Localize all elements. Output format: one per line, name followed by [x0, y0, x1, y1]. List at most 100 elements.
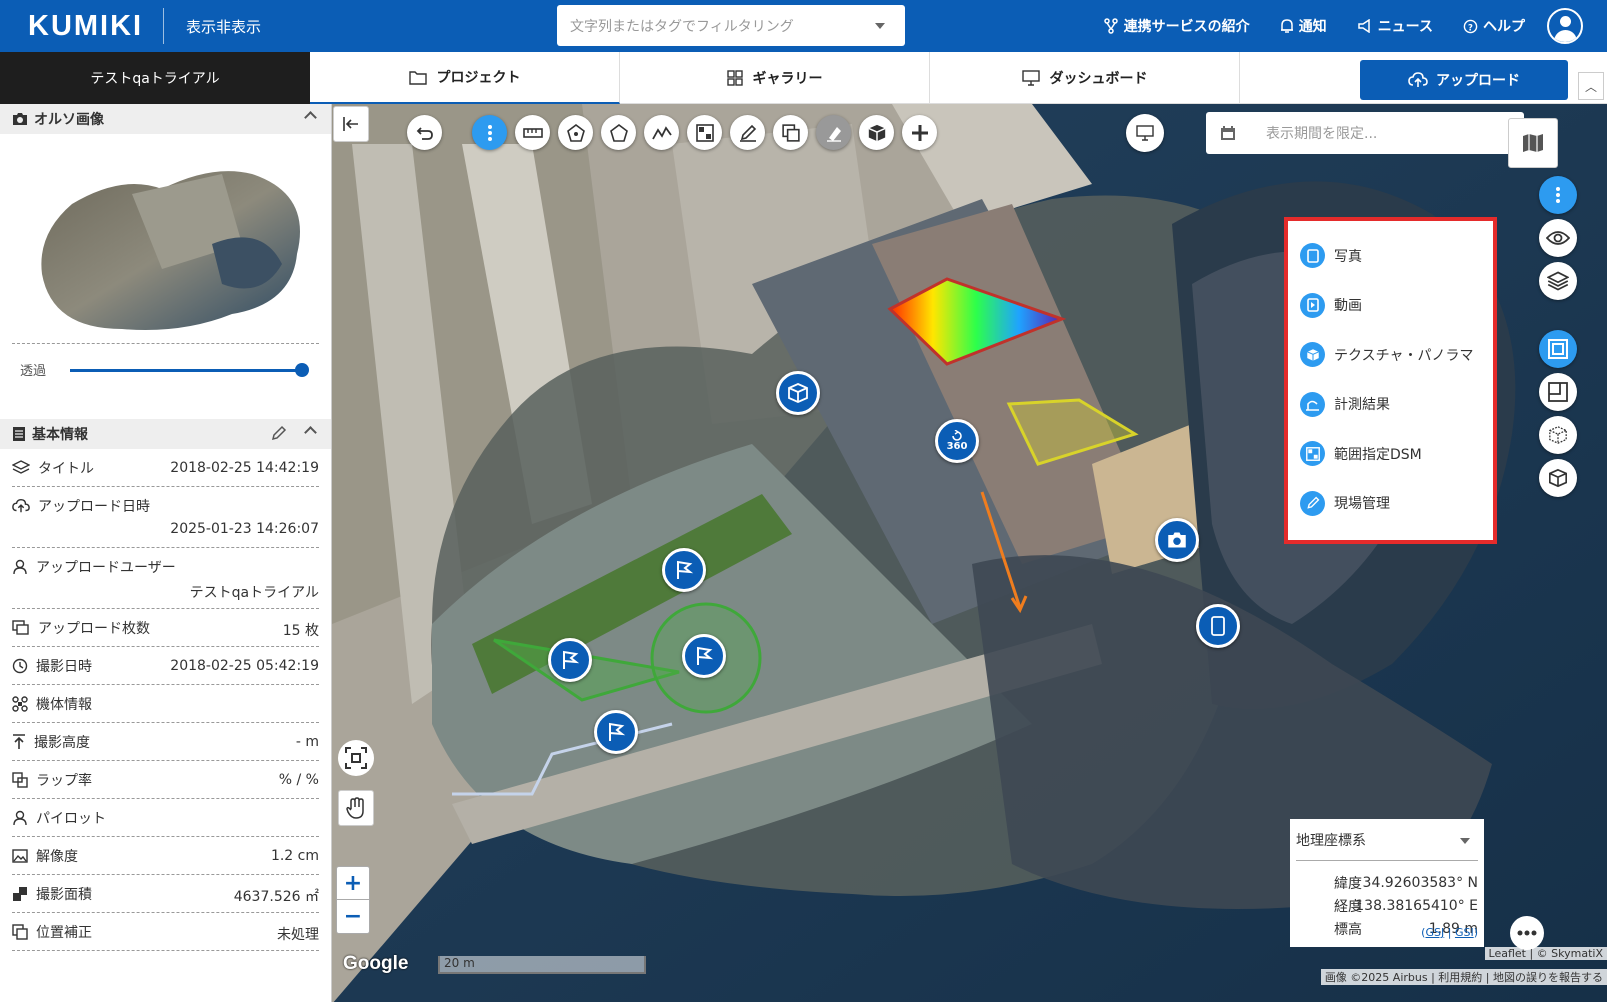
tab-gallery[interactable]: ギャラリー	[620, 52, 930, 104]
menu-item-photo[interactable]: 写真	[1288, 231, 1493, 281]
ortho-section-header[interactable]: オルソ画像	[0, 104, 331, 134]
flag-marker[interactable]	[662, 548, 706, 592]
menu-item-texture-panorama[interactable]: テクスチャ・パノラマ	[1288, 330, 1493, 380]
nav-news[interactable]: ニュース	[1357, 16, 1433, 36]
edit-icon[interactable]	[271, 425, 287, 441]
flag-marker[interactable]	[682, 634, 726, 678]
polygon-dot-icon	[566, 123, 585, 142]
tablet-icon	[1300, 243, 1325, 269]
dsm-tool-button[interactable]	[687, 115, 722, 150]
nav-help[interactable]: ? ヘルプ	[1463, 16, 1525, 36]
bell-icon	[1280, 19, 1293, 33]
info-row-aircraft: 機体情報	[12, 685, 319, 723]
tab-project[interactable]: プロジェクト	[310, 52, 620, 104]
attribution-leaflet[interactable]: Leaflet | © SkymatiX	[1484, 947, 1607, 960]
copy-icon	[781, 123, 800, 142]
upload-button[interactable]: アップロード	[1360, 60, 1568, 100]
dsm-layer-button[interactable]	[1539, 373, 1577, 411]
polygon-area-tool-button[interactable]	[558, 115, 593, 150]
menu-item-range-dsm[interactable]: 範囲指定DSM	[1288, 429, 1493, 479]
cube-icon	[868, 124, 885, 141]
texture-marker[interactable]	[776, 371, 820, 415]
tab-label: ダッシュボード	[1049, 71, 1148, 87]
calendar-icon	[1221, 126, 1235, 140]
cloud-upload-icon	[1408, 72, 1428, 87]
chevron-up-icon[interactable]	[304, 426, 317, 439]
add-button[interactable]	[902, 115, 937, 150]
basemap-button[interactable]	[1508, 118, 1558, 168]
help-icon: ?	[1463, 19, 1478, 33]
collapse-sidebar-button[interactable]	[333, 106, 369, 142]
ruler-tool-button[interactable]	[515, 115, 550, 150]
info-row-overlap: ラップ率 % / %	[12, 761, 319, 799]
layers-button[interactable]	[1539, 262, 1577, 300]
menu-item-video[interactable]: 動画	[1288, 281, 1493, 331]
panorama-360-marker[interactable]: 360	[935, 419, 979, 463]
user-avatar[interactable]	[1547, 8, 1583, 44]
pan-tool-button[interactable]	[338, 790, 374, 826]
menu-item-site-management[interactable]: 現場管理	[1288, 479, 1493, 529]
copy-icon	[12, 923, 28, 940]
video-marker[interactable]	[1196, 604, 1240, 648]
share-icon	[1103, 18, 1118, 34]
edit-icon	[1300, 490, 1325, 516]
filter-search-input[interactable]: 文字列またはタグでフィルタリング	[557, 5, 905, 46]
latitude-row: 緯度 34.92603583° N	[1290, 871, 1484, 894]
nav-label: 通知	[1298, 19, 1327, 35]
info-value: 1.2 cm	[270, 848, 319, 864]
gsj-link[interactable]: GSJ	[1425, 926, 1444, 939]
more-vertical-button[interactable]	[472, 115, 507, 150]
layer-menu-button[interactable]	[1539, 176, 1577, 214]
visibility-button[interactable]	[1539, 219, 1577, 257]
attribution-google[interactable]: 画像 ©2025 Airbus | 利用規約 | 地図の誤りを報告する	[1320, 969, 1607, 985]
info-row-pilot: パイロット	[12, 799, 319, 837]
chevron-up-icon[interactable]	[304, 111, 317, 124]
coordinate-system-select[interactable]: 地理座標系	[1296, 819, 1478, 861]
info-value: - m	[295, 734, 319, 750]
latitude-value: 34.92603583° N	[1362, 874, 1478, 891]
draw-tool-button[interactable]	[730, 115, 765, 150]
photo-marker[interactable]	[1155, 518, 1199, 562]
polygon-tool-button[interactable]	[601, 115, 636, 150]
basic-info-section-header[interactable]: 基本情報	[0, 419, 331, 449]
info-value: 2025-01-23 14:26:07	[170, 521, 319, 537]
nav-integrations[interactable]: 連携サービスの紹介	[1103, 16, 1250, 36]
nav-notifications[interactable]: 通知	[1280, 16, 1327, 36]
app-logo[interactable]: KUMIKI	[28, 10, 163, 43]
3d-layer-button[interactable]	[1539, 459, 1577, 497]
ortho-layer-button[interactable]	[1539, 330, 1577, 368]
compare-tool-button[interactable]	[773, 115, 808, 150]
menu-item-label: テクスチャ・パノラマ	[1334, 347, 1474, 364]
images-icon	[12, 619, 29, 635]
opacity-slider-track[interactable]	[70, 369, 303, 372]
chevron-down-icon[interactable]	[875, 23, 885, 29]
opacity-slider-handle[interactable]	[295, 363, 309, 377]
longitude-row: 経度 138.38165410° E	[1290, 894, 1484, 917]
visibility-toggle[interactable]: 表示非表示	[186, 16, 261, 37]
flag-marker[interactable]	[548, 638, 592, 682]
display-mode-button[interactable]	[1126, 114, 1164, 152]
coordinate-system-value: 地理座標系	[1296, 832, 1366, 849]
zoom-in-button[interactable]: +	[337, 867, 369, 900]
more-options-button[interactable]	[1510, 916, 1544, 950]
date-range-input[interactable]: 表示期間を限定...	[1206, 112, 1524, 154]
profile-tool-button[interactable]	[644, 115, 679, 150]
3d-model-button[interactable]	[859, 115, 894, 150]
tablet-icon	[1211, 616, 1225, 636]
grid-map-icon	[695, 123, 714, 142]
flag-marker[interactable]	[594, 710, 638, 754]
tab-label: ギャラリー	[752, 71, 823, 87]
fit-view-button[interactable]	[338, 740, 374, 776]
collapse-header-button[interactable]: ︿	[1578, 72, 1604, 100]
pointcloud-layer-button[interactable]	[1539, 416, 1577, 454]
user-icon	[13, 559, 27, 575]
zoom-out-button[interactable]: −	[337, 900, 369, 933]
monitor-icon	[1136, 125, 1154, 141]
tab-dashboard[interactable]: ダッシュボード	[930, 52, 1240, 104]
info-label: 撮影高度	[34, 734, 90, 751]
gsi-link[interactable]: GSI	[1455, 926, 1474, 939]
menu-item-measurement[interactable]: 計測結果	[1288, 380, 1493, 430]
info-label: 解像度	[36, 848, 78, 865]
undo-button[interactable]	[407, 115, 442, 150]
eraser-tool-button[interactable]	[816, 115, 851, 150]
